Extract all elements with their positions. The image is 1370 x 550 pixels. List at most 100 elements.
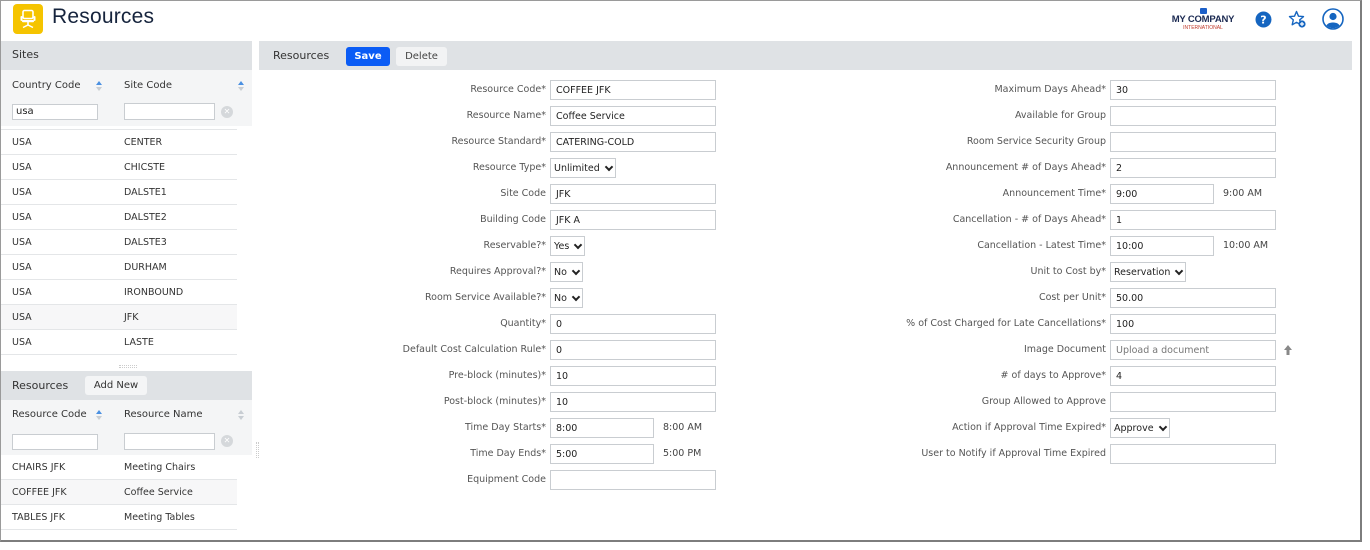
announcement-of-days-ahead-label: Announcement # of Days Ahead* <box>945 162 1106 173</box>
upload-icon[interactable] <box>1283 344 1293 356</box>
resource-type-label: Resource Type* <box>472 162 546 173</box>
requires-approval-select[interactable]: No <box>550 262 583 282</box>
column-header-site-code[interactable]: Site Code <box>124 80 172 91</box>
building-code-input[interactable]: JFK A <box>550 210 716 230</box>
resource-row[interactable]: COFFEE JFK Coffee Service <box>1 480 237 505</box>
sort-icon[interactable] <box>96 81 103 92</box>
image-document-input[interactable]: Upload a document <box>1110 340 1276 360</box>
site-row[interactable]: USA LASTE <box>1 330 237 355</box>
divider <box>1 129 237 130</box>
resource-code-cell: TABLES JFK <box>12 512 65 523</box>
resource-name-filter-input[interactable] <box>124 433 215 450</box>
room-service-security-group-input[interactable] <box>1110 132 1276 152</box>
site-row[interactable]: USA CENTER <box>1 130 237 155</box>
column-header-country-code[interactable]: Country Code <box>12 80 81 91</box>
sort-icon[interactable] <box>238 81 245 92</box>
chevron-down-icon <box>571 292 581 301</box>
country-code-filter-input[interactable]: usa <box>12 104 98 120</box>
help-icon[interactable]: ? <box>1253 9 1273 29</box>
resource-type-select[interactable]: Unlimited <box>550 158 616 178</box>
user-to-notify-if-approval-time-expired-input[interactable] <box>1110 444 1276 464</box>
action-if-approval-time-expired-select[interactable]: Approve <box>1110 418 1170 438</box>
chevron-down-icon <box>574 240 583 249</box>
pre-block-minutes-label: Pre-block (minutes)* <box>448 370 546 381</box>
quantity-input[interactable]: 0 <box>550 314 716 334</box>
room-service-available-select[interactable]: No <box>550 288 583 308</box>
clear-filter-icon[interactable]: ✕ <box>221 435 233 447</box>
resource-code-label: Resource Code* <box>470 84 546 95</box>
announcement-of-days-ahead-input[interactable]: 2 <box>1110 158 1276 178</box>
resize-handle[interactable] <box>119 365 137 368</box>
site-code-cell: DALSTE2 <box>124 212 167 223</box>
resource-code-input[interactable]: COFFEE JFK <box>550 80 716 100</box>
site-row[interactable]: USA JFK <box>1 305 237 330</box>
equipment-code-input[interactable] <box>550 470 716 490</box>
chevron-down-icon <box>1158 422 1167 431</box>
action-if-approval-time-expired-label: Action if Approval Time Expired* <box>952 422 1106 433</box>
add-new-button[interactable]: Add New <box>85 376 147 395</box>
reservable-value: Yes <box>554 240 570 252</box>
time-day-ends-input[interactable]: 5:00 <box>550 444 654 464</box>
panel-resize-handle[interactable] <box>256 442 259 458</box>
default-cost-calculation-rule-input[interactable]: 0 <box>550 340 716 360</box>
resource-row[interactable]: CHAIRS JFK Meeting Chairs <box>1 455 237 480</box>
resource-name-input[interactable]: Coffee Service <box>550 106 716 126</box>
maximum-days-ahead-input[interactable]: 30 <box>1110 80 1276 100</box>
resource-code-filter-input[interactable] <box>12 434 98 450</box>
site-country-cell: USA <box>12 212 32 223</box>
action-if-approval-time-expired-value: Approve <box>1114 422 1154 434</box>
sort-icon[interactable] <box>238 410 245 421</box>
of-cost-charged-for-late-cancellations-input[interactable]: 100 <box>1110 314 1276 334</box>
site-row[interactable]: USA DALSTE2 <box>1 205 237 230</box>
cancellation-of-days-ahead-input[interactable]: 1 <box>1110 210 1276 230</box>
resource-name-cell: Coffee Service <box>124 487 193 498</box>
logo-name: MY COMPANY <box>1171 14 1235 25</box>
site-code-cell: CHICSTE <box>124 162 166 173</box>
site-row[interactable]: USA CHICSTE <box>1 155 237 180</box>
time-day-starts-input[interactable]: 8:00 <box>550 418 654 438</box>
resource-name-label: Resource Name* <box>466 110 546 121</box>
site-code-label: Site Code <box>500 188 546 199</box>
site-row[interactable]: USA DALSTE3 <box>1 230 237 255</box>
resource-row[interactable]: TABLES JFK Meeting Tables <box>1 505 237 530</box>
time-day-starts-display: 8:00 AM <box>663 422 703 433</box>
site-code-input[interactable]: JFK <box>550 184 716 204</box>
chevron-down-icon <box>1175 266 1184 275</box>
company-logo: MY COMPANY INTERNATIONAL <box>1168 8 1238 32</box>
default-cost-calculation-rule-label: Default Cost Calculation Rule* <box>402 344 546 355</box>
column-header-resource-name[interactable]: Resource Name <box>124 409 203 420</box>
delete-button[interactable]: Delete <box>396 47 447 66</box>
available-for-group-input[interactable] <box>1110 106 1276 126</box>
of-cost-charged-for-late-cancellations-label: % of Cost Charged for Late Cancellations… <box>906 318 1106 329</box>
sort-icon[interactable] <box>96 410 103 421</box>
clear-filter-icon[interactable]: ✕ <box>221 106 233 118</box>
site-country-cell: USA <box>12 137 32 148</box>
sites-panel-header: Sites <box>1 41 252 70</box>
cost-per-unit-input[interactable]: 50.00 <box>1110 288 1276 308</box>
user-account-icon[interactable] <box>1321 7 1345 31</box>
resources-grid-header: Resource Code Resource Name ✕ <box>1 400 252 455</box>
cancellation-latest-time-input[interactable]: 10:00 <box>1110 236 1214 256</box>
favorite-add-icon[interactable] <box>1287 9 1307 29</box>
resource-standard-input[interactable]: CATERING-COLD <box>550 132 716 152</box>
announcement-time-input[interactable]: 9:00 <box>1110 184 1214 204</box>
unit-to-cost-by-select[interactable]: Reservation <box>1110 262 1187 282</box>
site-row[interactable]: USA DURHAM <box>1 255 237 280</box>
site-code-filter-input[interactable] <box>124 103 215 120</box>
site-row[interactable]: USA IRONBOUND <box>1 280 237 305</box>
equipment-code-label: Equipment Code <box>467 474 546 485</box>
sites-title: Sites <box>12 48 39 61</box>
group-allowed-to-approve-input[interactable] <box>1110 392 1276 412</box>
room-service-available-label: Room Service Available?* <box>425 292 546 303</box>
site-row[interactable]: USA DALSTE1 <box>1 180 237 205</box>
site-code-cell: IRONBOUND <box>124 287 184 298</box>
room-service-available-value: No <box>554 292 567 304</box>
site-code-cell: DALSTE3 <box>124 237 167 248</box>
reservable-select[interactable]: Yes <box>550 236 586 256</box>
time-day-starts-label: Time Day Starts* <box>465 422 546 433</box>
pre-block-minutes-input[interactable]: 10 <box>550 366 716 386</box>
post-block-minutes-input[interactable]: 10 <box>550 392 716 412</box>
column-header-resource-code[interactable]: Resource Code <box>12 409 87 420</box>
of-days-to-approve-input[interactable]: 4 <box>1110 366 1276 386</box>
save-button[interactable]: Save <box>346 47 390 66</box>
